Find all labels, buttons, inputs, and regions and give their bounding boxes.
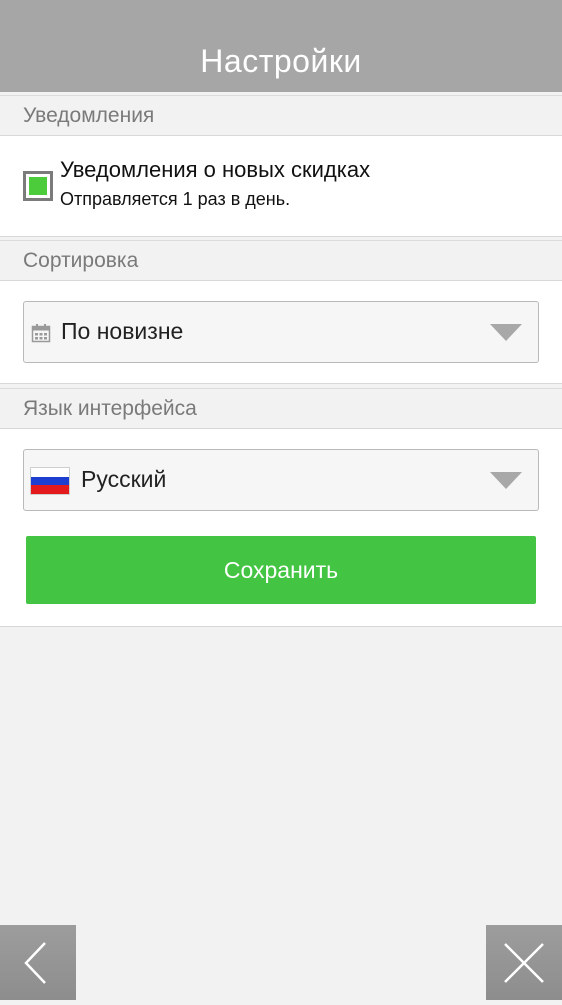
russian-flag-icon	[30, 467, 70, 495]
section-label-language: Язык интерфейса	[0, 388, 562, 428]
calendar-icon	[31, 324, 51, 343]
section-label-notifications: Уведомления	[0, 95, 562, 135]
app-header: Настройки	[0, 0, 562, 92]
language-panel: Русский Сохранить	[0, 428, 562, 627]
back-button[interactable]	[0, 925, 76, 1000]
save-button[interactable]: Сохранить	[26, 536, 536, 604]
notifications-checkbox-label[interactable]: Уведомления о новых скидках	[60, 157, 370, 183]
close-button[interactable]	[486, 925, 562, 1000]
notifications-panel: Уведомления о новых скидках Отправляется…	[0, 135, 562, 237]
sorting-panel: По новизне	[0, 280, 562, 384]
notifications-checkbox-subtitle: Отправляется 1 раз в день.	[60, 189, 291, 209]
section-label-sorting: Сортировка	[0, 240, 562, 280]
language-select-value: Русский	[81, 466, 167, 492]
language-select[interactable]: Русский	[23, 449, 539, 511]
page-title: Настройки	[200, 43, 362, 79]
checkbox-check-fill	[29, 177, 47, 195]
save-button-label: Сохранить	[223, 556, 339, 583]
notifications-checkbox[interactable]	[23, 171, 53, 201]
chevron-down-icon	[490, 472, 522, 489]
close-icon	[504, 943, 544, 983]
chevron-down-icon	[490, 324, 522, 341]
sort-select-value: По новизне	[61, 318, 184, 344]
chevron-left-icon	[24, 942, 46, 984]
sort-select[interactable]: По новизне	[23, 301, 539, 363]
